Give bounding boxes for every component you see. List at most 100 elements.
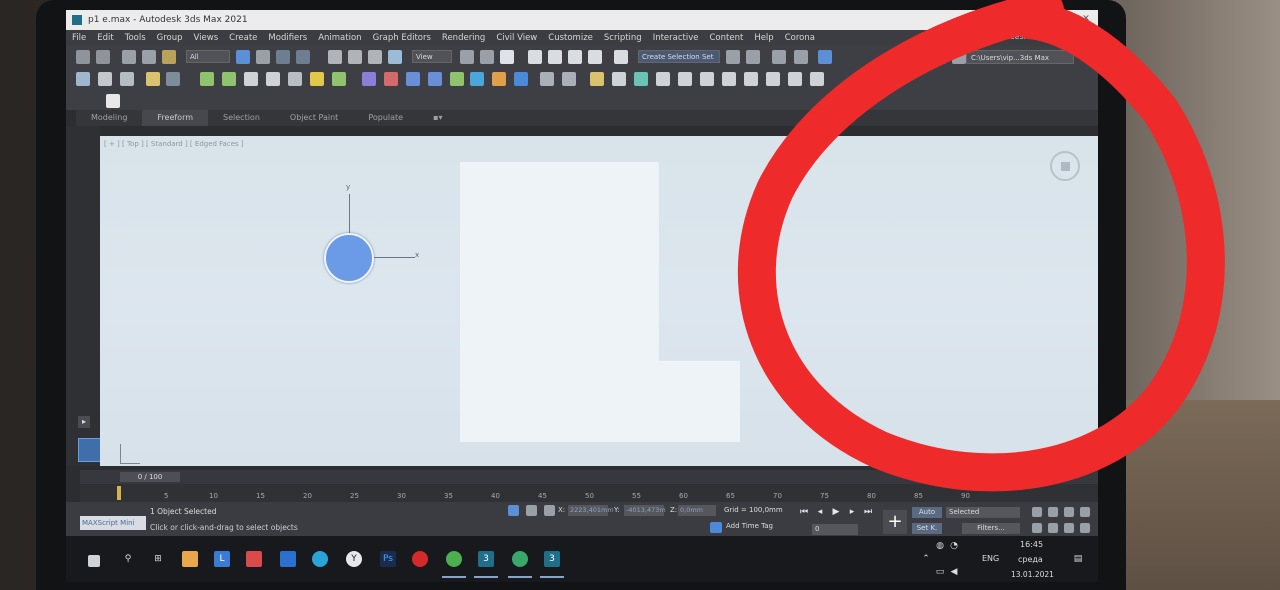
spinner-snap-icon[interactable] — [588, 50, 602, 64]
clock-date[interactable]: 13.01.2021 — [1011, 570, 1054, 579]
volume-icon[interactable]: ◀ — [946, 564, 962, 580]
helper-icon[interactable] — [166, 72, 180, 86]
rendered-frame-window-icon[interactable] — [932, 50, 946, 64]
window-crossing-icon[interactable] — [296, 50, 310, 64]
isolate-selection-icon[interactable] — [508, 505, 519, 516]
rotate-icon[interactable] — [348, 50, 362, 64]
menu-views[interactable]: Views — [194, 33, 219, 43]
help-circle-icon[interactable] — [562, 72, 576, 86]
ribbon-options-icon[interactable]: ▪▾ — [418, 110, 457, 126]
menu-civil-view[interactable]: Civil View — [496, 33, 537, 43]
start-icon[interactable] — [88, 555, 100, 567]
snowflake-icon[interactable] — [612, 72, 626, 86]
create-selection-set-dropdown[interactable]: Create Selection Set — [638, 50, 720, 63]
zoom-all-icon[interactable] — [1048, 507, 1058, 517]
menu-animation[interactable]: Animation — [318, 33, 361, 43]
current-frame-marker[interactable] — [117, 486, 121, 500]
undo-icon[interactable] — [76, 50, 90, 64]
tab-freeform[interactable]: Freeform — [142, 110, 209, 126]
zoom-extents-all-icon[interactable] — [1080, 507, 1090, 517]
menu-group[interactable]: Group — [157, 33, 183, 43]
opera-icon[interactable] — [412, 551, 428, 567]
shape-icon[interactable] — [98, 72, 112, 86]
selected-circle-object[interactable] — [324, 233, 374, 283]
arrow-cursor-icon[interactable] — [106, 94, 120, 108]
biped-icon[interactable] — [406, 72, 420, 86]
mail-icon[interactable] — [280, 551, 296, 567]
menu-modifiers[interactable]: Modifiers — [268, 33, 307, 43]
window-icon[interactable] — [766, 72, 780, 86]
chrome-icon[interactable] — [446, 551, 462, 567]
orbit-icon[interactable] — [1064, 523, 1074, 533]
move-icon[interactable] — [328, 50, 342, 64]
menu-file[interactable]: File — [72, 33, 86, 43]
menu-graph-editors[interactable]: Graph Editors — [373, 33, 431, 43]
camera-icon[interactable] — [146, 72, 160, 86]
sphere-icon[interactable] — [222, 72, 236, 86]
minimize-button[interactable]: — — [1058, 12, 1074, 26]
foliage-icon[interactable] — [450, 72, 464, 86]
go-to-end-icon[interactable]: ⏭ — [862, 506, 874, 518]
clock-time[interactable]: 16:45 — [1020, 540, 1043, 549]
time-tag-icon[interactable] — [710, 522, 722, 533]
project-path-field[interactable]: C:\Users\vip...3ds Max 2021 — [966, 50, 1074, 76]
menu-rendering[interactable]: Rendering — [442, 33, 485, 43]
l-shaped-plane-object[interactable] — [460, 162, 740, 442]
store-icon[interactable] — [182, 551, 198, 567]
bind-space-warp-icon[interactable] — [162, 50, 176, 64]
target-icon[interactable] — [810, 72, 824, 86]
pdf-icon[interactable] — [246, 551, 262, 567]
edge-icon[interactable] — [312, 551, 328, 567]
set-key-button[interactable]: Set K. — [912, 523, 942, 534]
light-icon[interactable] — [120, 72, 134, 86]
angle-snap-icon[interactable] — [548, 50, 562, 64]
select-by-name-icon[interactable] — [256, 50, 270, 64]
menu-tools[interactable]: Tools — [125, 33, 146, 43]
menu-corona[interactable]: Corona — [785, 33, 815, 43]
teapot-icon[interactable] — [76, 72, 90, 86]
grid-icon[interactable] — [656, 72, 670, 86]
pin-icon[interactable] — [384, 72, 398, 86]
previous-frame-icon[interactable]: ◂ — [814, 506, 826, 518]
color-dots-icon[interactable] — [492, 72, 506, 86]
menu-customize[interactable]: Customize — [548, 33, 593, 43]
bulb-icon[interactable] — [590, 72, 604, 86]
box-icon[interactable] — [200, 72, 214, 86]
reference-coordinate-dropdown[interactable]: View — [412, 50, 452, 63]
torus-icon[interactable] — [244, 72, 258, 86]
task-view-icon[interactable]: ⊞ — [150, 551, 166, 567]
zoom-extents-icon[interactable] — [1064, 507, 1074, 517]
menu-interactive[interactable]: Interactive — [653, 33, 699, 43]
terrain-icon[interactable] — [634, 72, 648, 86]
tab-object-paint[interactable]: Object Paint — [275, 110, 353, 126]
zoom-icon[interactable] — [1032, 507, 1042, 517]
gear-icon[interactable] — [744, 72, 758, 86]
search-icon[interactable]: ⚲ — [120, 551, 136, 567]
current-frame-field[interactable]: 0 — [812, 524, 858, 535]
layer-explorer-icon[interactable] — [794, 50, 808, 64]
place-icon[interactable] — [388, 50, 402, 64]
link-icon[interactable] — [122, 50, 136, 64]
input-language-indicator[interactable]: ENG — [982, 554, 999, 563]
x-coordinate-field[interactable]: 2223,401mm — [568, 505, 614, 516]
bookmark-icon[interactable] — [722, 72, 736, 86]
redo-icon[interactable] — [96, 50, 110, 64]
workspaces-selector[interactable]: Workspaces: Default — [976, 32, 1058, 41]
next-frame-icon[interactable]: ▸ — [846, 506, 858, 518]
pan-icon[interactable] — [1048, 523, 1058, 533]
render-production-icon[interactable] — [952, 50, 966, 64]
plane-icon[interactable] — [266, 72, 280, 86]
unlink-icon[interactable] — [142, 50, 156, 64]
maximize-viewport-icon[interactable] — [1080, 523, 1090, 533]
y-coordinate-field[interactable]: -4013,473m — [624, 505, 666, 516]
track-bar[interactable]: 5 10 15 20 25 30 35 40 45 50 55 60 65 70… — [80, 484, 1098, 502]
maxscript-mini-listener[interactable]: MAXScript Mini — [80, 516, 146, 530]
cone-icon[interactable] — [288, 72, 302, 86]
notifications-icon[interactable]: ▤ — [1070, 551, 1086, 567]
tab-populate[interactable]: Populate — [353, 110, 418, 126]
lock-icon[interactable] — [526, 505, 537, 516]
utorrent-icon[interactable] — [512, 551, 528, 567]
snaps-toggle-icon[interactable] — [528, 50, 542, 64]
select-object-icon[interactable] — [236, 50, 250, 64]
menu-help[interactable]: Help — [754, 33, 773, 43]
